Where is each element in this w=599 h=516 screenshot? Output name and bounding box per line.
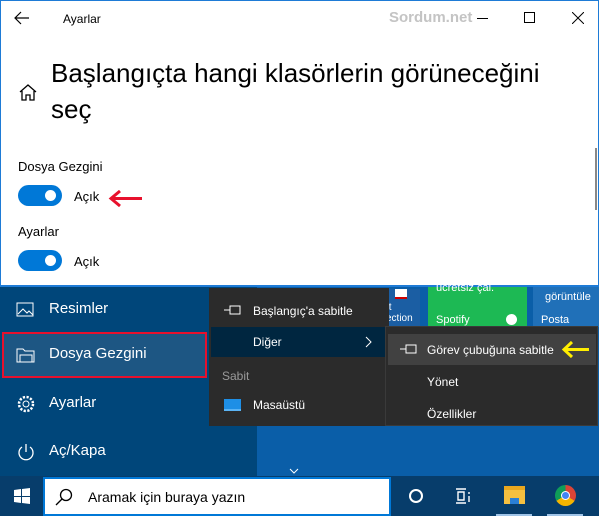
menu-item-properties[interactable]: Özellikler [427, 407, 476, 421]
context-menu: Başlangıç'a sabitle Diğer Sabit Masaüstü [209, 288, 389, 426]
start-item-power[interactable]: Aç/Kapa [0, 429, 257, 475]
item-label: Diğer [253, 335, 282, 349]
tile-label: Spotify [436, 314, 470, 326]
search-placeholder: Aramak için buraya yazın [88, 489, 246, 505]
item-label: Ayarlar [49, 394, 97, 411]
item-label: Resimler [49, 300, 109, 317]
start-item-file-explorer[interactable]: Dosya Gezgini [2, 332, 207, 378]
close-button[interactable] [572, 12, 584, 24]
tile-solitaire[interactable]: ft ection [389, 289, 420, 327]
home-icon[interactable] [18, 83, 38, 101]
menu-item-more[interactable]: Diğer [211, 327, 387, 357]
pin-icon [400, 344, 417, 354]
file-explorer-icon [16, 348, 35, 363]
pictures-icon [16, 302, 34, 317]
tile-spotify[interactable]: ücretsiz çal. Spotify [428, 282, 527, 327]
section-label: Sabit [222, 369, 250, 383]
pin-icon [224, 305, 241, 315]
menu-item-pin-start[interactable]: Başlangıç'a sabitle [209, 297, 389, 325]
taskbar: Aramak için buraya yazın [0, 476, 599, 516]
yellow-arrow-annotation [561, 341, 589, 358]
maximize-button[interactable] [524, 12, 535, 23]
watermark: Sordum.net [389, 9, 473, 26]
chevron-right-icon [365, 336, 372, 348]
item-label: Görev çubuğuna sabitle [427, 343, 554, 357]
tile-label: Posta [541, 314, 570, 326]
card-icon [395, 289, 407, 299]
tile-label: ft ection [389, 302, 413, 324]
file-explorer-toggle[interactable] [18, 185, 62, 206]
item-label: Masaüstü [253, 398, 306, 412]
back-arrow-icon[interactable] [14, 11, 30, 25]
gear-icon [17, 395, 35, 413]
toggle-state: Açık [74, 254, 100, 269]
page-title: Başlangıçta hangi klasörlerin görüneceği… [51, 58, 540, 124]
menu-item-manage[interactable]: Yönet [427, 375, 458, 389]
tile-mail[interactable]: görüntüle Posta [533, 287, 599, 327]
desktop-icon [224, 399, 241, 411]
item-label: Dosya Gezgini [49, 345, 147, 362]
toggle-state: Açık [74, 189, 100, 204]
file-explorer-taskbar-icon[interactable] [504, 486, 525, 504]
search-box[interactable]: Aramak için buraya yazın [43, 477, 391, 516]
tile-subtext: ücretsiz çal. [436, 282, 495, 294]
task-view-icon[interactable] [455, 488, 471, 504]
cortana-icon[interactable] [409, 489, 423, 503]
spotify-icon [506, 314, 517, 325]
submenu: Görev çubuğuna sabitle Yönet Özellikler [385, 326, 598, 426]
menu-item-pin-taskbar[interactable]: Görev çubuğuna sabitle [388, 334, 596, 365]
settings-window: Ayarlar Sordum.net Başlangıçta hangi kla… [0, 0, 599, 287]
chevron-down-icon[interactable] [289, 468, 299, 474]
power-icon [18, 444, 34, 461]
tile-subtext: görüntüle [545, 291, 591, 303]
item-label: Aç/Kapa [49, 442, 106, 459]
windows-start-icon[interactable] [14, 488, 30, 504]
search-icon [55, 488, 73, 506]
scrollbar[interactable] [595, 148, 597, 210]
minimize-button[interactable] [477, 18, 488, 19]
menu-item-desktop[interactable]: Masaüstü [209, 394, 389, 422]
red-arrow-annotation [108, 190, 142, 207]
chrome-icon[interactable] [555, 485, 576, 506]
setting-label-settings: Ayarlar [18, 224, 59, 239]
item-label: Başlangıç'a sabitle [253, 304, 353, 318]
setting-label-file-explorer: Dosya Gezgini [18, 159, 103, 174]
settings-toggle[interactable] [18, 250, 62, 271]
window-title: Ayarlar [63, 12, 101, 26]
